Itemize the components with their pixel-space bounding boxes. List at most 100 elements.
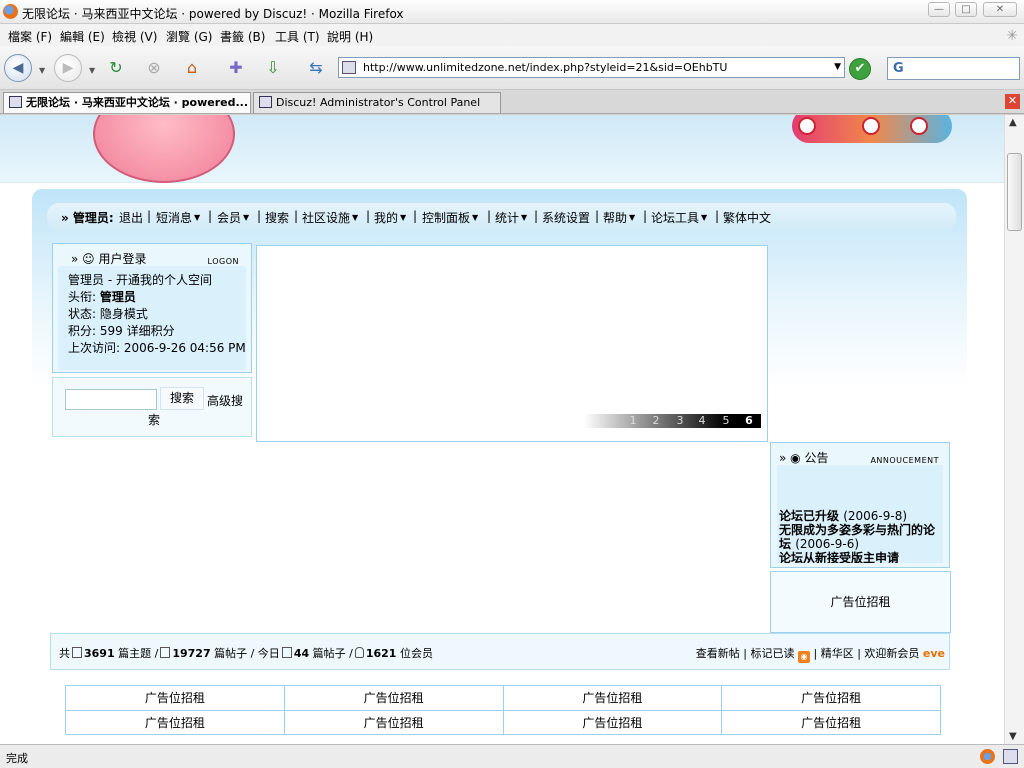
login-tag: LOGON [207, 257, 239, 266]
search-button[interactable]: 搜索 [160, 387, 204, 410]
ad-cell[interactable]: 广告位招租 [502, 685, 723, 711]
advanced-search-link[interactable]: 高级搜 [207, 392, 243, 409]
stop-button[interactable]: ⊗ [141, 54, 167, 80]
announcement-item[interactable]: 无限成为多姿多彩与热门的论坛 (2006-9-6) [779, 523, 941, 551]
nav-forum-tools-label: 论坛工具 [651, 211, 700, 225]
newest-member-link[interactable]: eve [923, 647, 945, 660]
nav-system-settings[interactable]: 系统设置 [542, 209, 590, 226]
rss-icon[interactable]: ◉ [798, 651, 810, 663]
slide-page-3[interactable]: 3 [674, 414, 686, 428]
nav-help-label: 帮助 [603, 211, 628, 225]
caret-down-icon: ▼ [194, 213, 201, 222]
nav-my-label: 我的 [374, 211, 399, 225]
nav-members[interactable]: 会员 ▼ [217, 209, 249, 226]
nav-help[interactable]: 帮助 ▼ [603, 209, 635, 226]
login-status-line: 状态: 隐身模式 [68, 307, 148, 321]
address-url[interactable]: http://www.unlimitedzone.net/index.php?s… [363, 61, 727, 74]
nav-stats[interactable]: 统计 ▼ [495, 209, 527, 226]
menu-bookmarks[interactable]: 書籤 (B) [220, 28, 265, 45]
vertical-scrollbar[interactable]: ▲ ▼ [1004, 115, 1024, 744]
announcement-item-title[interactable]: 论坛从新接受版主申请 [779, 551, 899, 563]
address-bar[interactable]: http://www.unlimitedzone.net/index.php?s… [338, 57, 845, 78]
ad-cell[interactable]: 广告位招租 [721, 685, 941, 711]
download-icon: ⇩ [266, 57, 280, 77]
forward-button[interactable]: ▶ [54, 54, 82, 82]
go-button[interactable]: ✔ [849, 58, 871, 80]
nav-community-label: 社区设施 [302, 211, 351, 225]
ad-cell[interactable]: 广告位招租 [65, 709, 285, 735]
side-ad-slot[interactable]: 广告位招租 [770, 571, 951, 633]
topic-icon [72, 647, 82, 658]
ad-cell[interactable]: 广告位招租 [502, 709, 723, 735]
slide-page-2[interactable]: 2 [650, 414, 662, 428]
home-icon: ⌂ [186, 57, 198, 77]
scrollbar-thumb[interactable] [1007, 153, 1022, 231]
forward-history-dropdown[interactable]: ▼ [89, 66, 95, 75]
menu-edit[interactable]: 編輯 (E) [60, 28, 105, 45]
advanced-search-link-wrap[interactable]: 索 [148, 411, 160, 428]
slide-page-6[interactable]: 6 [743, 414, 755, 428]
ad-cell[interactable]: 广告位招租 [283, 685, 504, 711]
address-dropdown-icon[interactable]: ▼ [834, 62, 841, 72]
login-points-line[interactable]: 积分: 599 详细积分 [68, 322, 175, 339]
ad-cell[interactable]: 广告位招租 [721, 709, 941, 735]
minimize-button[interactable]: — [928, 2, 950, 17]
scroll-down-icon[interactable]: ▼ [1009, 731, 1017, 742]
nav-separator: | [413, 209, 418, 223]
nav-logout[interactable]: 退出 [119, 209, 143, 226]
tab-page-icon [259, 96, 272, 108]
reload-icon: ↻ [109, 57, 123, 77]
close-window-button[interactable]: ✕ [983, 2, 1017, 17]
nav-traditional-chinese[interactable]: 繁体中文 [723, 209, 771, 226]
announcement-scroller: 论坛已升级 (2006-9-8) 无限成为多姿多彩与热门的论坛 (2006-9-… [777, 465, 943, 563]
web-search-field[interactable]: G [887, 57, 1020, 80]
menu-view[interactable]: 檢視 (V) [112, 28, 157, 45]
menu-file[interactable]: 檔案 (F) [8, 28, 52, 45]
menu-help[interactable]: 說明 (H) [327, 28, 373, 45]
login-title-line: 头衔: 管理员 [68, 288, 136, 305]
login-user-line[interactable]: 管理员 - 开通我的个人空间 [68, 271, 212, 288]
downloads-button[interactable]: ⇩ [260, 54, 286, 80]
announcement-item[interactable]: 论坛从新接受版主申请 [779, 551, 941, 563]
ad-cell[interactable]: 广告位招租 [283, 709, 504, 735]
tab-admin-panel[interactable]: Discuz! Administrator's Control Panel [253, 92, 501, 113]
checkmark-icon: ✔ [854, 61, 866, 76]
caret-down-icon: ▼ [629, 213, 636, 222]
reload-button[interactable]: ↻ [103, 54, 129, 80]
slideshow-pager: 1 2 3 4 5 6 [584, 414, 761, 428]
nav-community[interactable]: 社区设施 ▼ [302, 209, 358, 226]
search-input[interactable] [65, 389, 157, 410]
announcement-item[interactable]: 论坛已升级 (2006-9-8) [779, 509, 941, 523]
slide-page-5[interactable]: 5 [720, 414, 732, 428]
forum-banner [0, 115, 1004, 183]
firefox-status-icon[interactable] [980, 749, 995, 764]
scroll-up-icon[interactable]: ▲ [1009, 117, 1017, 128]
close-tab-button[interactable]: ✕ [1005, 94, 1020, 109]
stop-icon: ⊗ [147, 57, 161, 77]
page-info-icon[interactable] [1003, 749, 1018, 764]
nav-forum-tools[interactable]: 论坛工具 ▼ [651, 209, 707, 226]
nav-messages[interactable]: 短消息 ▼ [156, 209, 200, 226]
new-posts-mark-read-links[interactable]: 查看新帖 | 标记已读 [696, 647, 795, 660]
digest-welcome-links[interactable]: | 精华区 | 欢迎新会员 [814, 647, 920, 660]
ad-cell[interactable]: 广告位招租 [65, 685, 285, 711]
home-button[interactable]: ⌂ [179, 54, 205, 80]
back-button[interactable]: ◀ [4, 54, 32, 82]
announcement-item-title[interactable]: 论坛已升级 [779, 509, 839, 523]
nav-search[interactable]: 搜索 [265, 209, 289, 226]
menu-tools[interactable]: 工具 (T) [275, 28, 320, 45]
toy-wheel [862, 117, 880, 135]
back-history-dropdown[interactable]: ▼ [39, 66, 45, 75]
extension-button[interactable]: ⇆ [303, 54, 329, 80]
maximize-button[interactable]: □ [955, 2, 977, 17]
ad-row: 广告位招租 广告位招租 广告位招租 广告位招租 [65, 709, 941, 735]
tab-forum[interactable]: 无限论坛 · 马来西亚中文论坛 · powered... [3, 92, 251, 113]
announcement-tag: ANNOUCEMENT [870, 456, 939, 465]
search-engine-icon[interactable]: G [893, 61, 904, 76]
slide-page-4[interactable]: 4 [696, 414, 708, 428]
slide-page-1[interactable]: 1 [627, 414, 639, 428]
menu-go[interactable]: 瀏覽 (G) [166, 28, 212, 45]
nav-control-panel[interactable]: 控制面板 ▼ [422, 209, 478, 226]
nav-my[interactable]: 我的 ▼ [374, 209, 406, 226]
new-tab-button[interactable]: ✚ [223, 54, 249, 80]
